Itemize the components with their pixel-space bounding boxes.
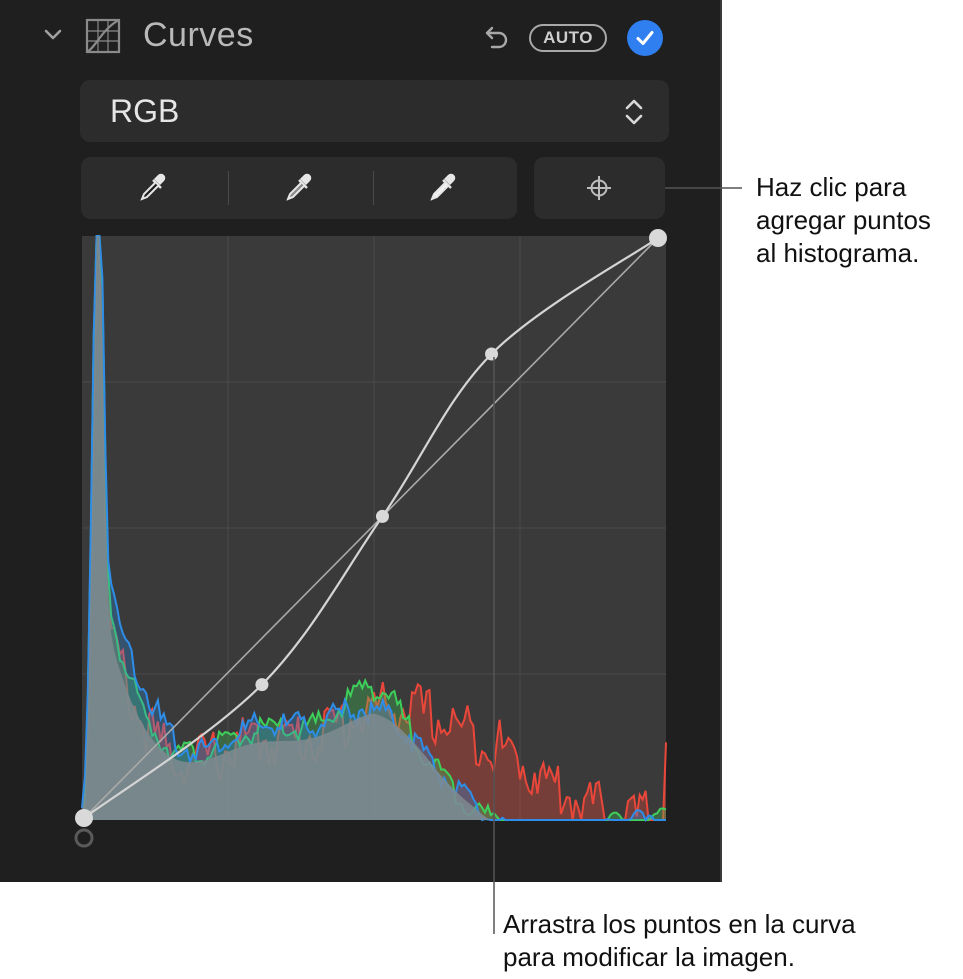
black-point-handle[interactable] — [74, 828, 94, 848]
curve-point-handle[interactable] — [255, 678, 269, 692]
curves-graph[interactable] — [0, 0, 963, 979]
curve-point-handle[interactable] — [485, 347, 499, 361]
curve-point-handle[interactable] — [75, 809, 93, 827]
callout-line: al histograma. — [756, 238, 920, 268]
callout-line: para modificar la imagen. — [503, 942, 795, 972]
callout-drag-points: Arrastra los puntos en la curva para mod… — [503, 908, 856, 974]
callout-line: Arrastra los puntos en la curva — [503, 909, 856, 939]
callout-line: Haz clic para — [756, 172, 907, 202]
curve-point-handle[interactable] — [375, 509, 389, 523]
callout-add-points: Haz clic para agregar puntos al histogra… — [756, 171, 931, 270]
callout-line: agregar puntos — [756, 205, 931, 235]
curve-point-handle[interactable] — [649, 229, 667, 247]
